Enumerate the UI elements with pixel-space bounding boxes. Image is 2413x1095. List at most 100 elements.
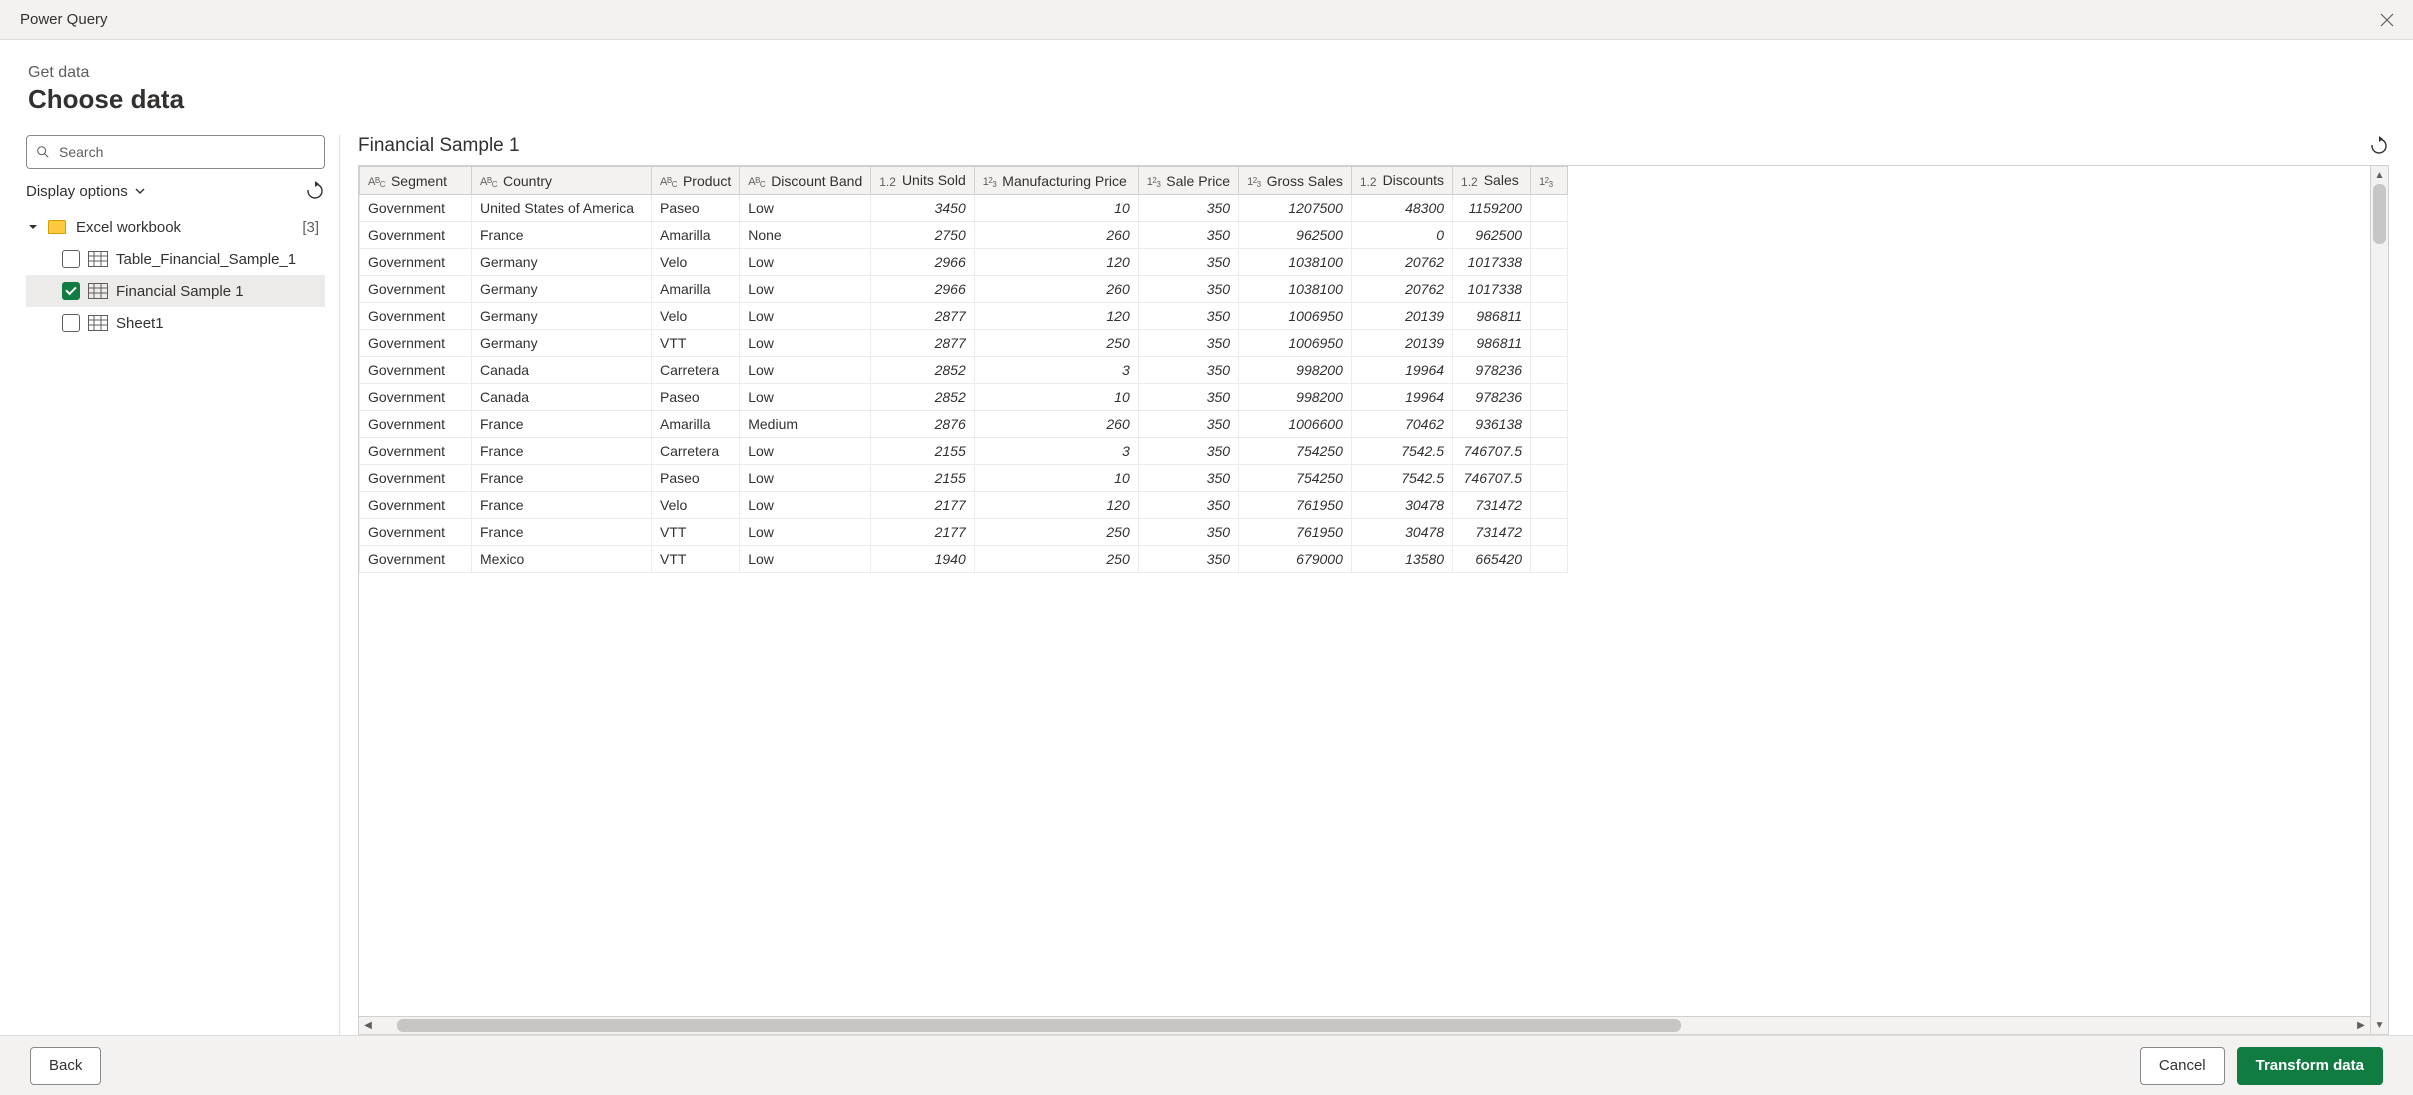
scroll-left-button[interactable]: ◀ (359, 1017, 377, 1034)
table-row[interactable]: GovernmentFrancePaseoLow2155103507542507… (360, 465, 1568, 492)
table-cell[interactable]: 1017338 (1453, 276, 1531, 303)
table-cell[interactable]: Low (740, 384, 871, 411)
table-cell[interactable]: Low (740, 519, 871, 546)
table-cell[interactable]: Canada (472, 357, 652, 384)
table-cell[interactable]: 2966 (871, 276, 975, 303)
table-cell[interactable]: Low (740, 330, 871, 357)
table-cell[interactable]: 2966 (871, 249, 975, 276)
table-cell[interactable]: 350 (1138, 330, 1238, 357)
table-row[interactable]: GovernmentFranceCarreteraLow215533507542… (360, 438, 1568, 465)
table-cell[interactable]: 10 (974, 465, 1138, 492)
table-cell[interactable]: 761950 (1239, 492, 1352, 519)
table-cell[interactable] (1531, 222, 1568, 249)
table-cell[interactable]: Velo (652, 303, 740, 330)
tree-item[interactable]: Sheet1 (26, 307, 325, 339)
table-cell[interactable]: Velo (652, 492, 740, 519)
table-cell[interactable]: 962500 (1239, 222, 1352, 249)
scroll-down-button[interactable]: ▼ (2371, 1016, 2388, 1034)
table-cell[interactable]: 978236 (1453, 357, 1531, 384)
table-cell[interactable]: 20762 (1351, 249, 1452, 276)
table-cell[interactable]: 2750 (871, 222, 975, 249)
table-cell[interactable]: 2852 (871, 384, 975, 411)
table-cell[interactable]: Paseo (652, 384, 740, 411)
table-cell[interactable] (1531, 195, 1568, 222)
table-cell[interactable] (1531, 303, 1568, 330)
table-cell[interactable]: 20139 (1351, 330, 1452, 357)
column-header[interactable]: 1.2Discounts (1351, 167, 1452, 195)
table-cell[interactable]: Germany (472, 276, 652, 303)
scroll-up-button[interactable]: ▲ (2371, 166, 2388, 184)
table-cell[interactable]: Government (360, 492, 472, 519)
table-cell[interactable]: 998200 (1239, 357, 1352, 384)
table-cell[interactable] (1531, 492, 1568, 519)
table-cell[interactable]: Paseo (652, 195, 740, 222)
table-cell[interactable]: 20139 (1351, 303, 1452, 330)
table-cell[interactable]: Low (740, 303, 871, 330)
table-row[interactable]: GovernmentGermanyAmarillaLow296626035010… (360, 276, 1568, 303)
table-cell[interactable]: 250 (974, 330, 1138, 357)
table-cell[interactable]: Carretera (652, 438, 740, 465)
table-cell[interactable]: Low (740, 195, 871, 222)
table-cell[interactable]: 350 (1138, 411, 1238, 438)
table-row[interactable]: GovernmentCanadaPaseoLow2852103509982001… (360, 384, 1568, 411)
column-header[interactable]: ABCDiscount Band (740, 167, 871, 195)
table-cell[interactable]: 746707.5 (1453, 438, 1531, 465)
hscroll-thumb[interactable] (397, 1019, 1681, 1032)
table-cell[interactable]: 2155 (871, 465, 975, 492)
table-cell[interactable]: VTT (652, 519, 740, 546)
table-cell[interactable]: 350 (1138, 195, 1238, 222)
table-cell[interactable] (1531, 411, 1568, 438)
table-cell[interactable]: 978236 (1453, 384, 1531, 411)
vscroll-thumb[interactable] (2373, 184, 2386, 244)
table-cell[interactable]: 250 (974, 546, 1138, 573)
table-row[interactable]: GovernmentFranceAmarillaNone275026035096… (360, 222, 1568, 249)
table-row[interactable]: GovernmentUnited States of AmericaPaseoL… (360, 195, 1568, 222)
table-cell[interactable]: France (472, 492, 652, 519)
table-cell[interactable]: 350 (1138, 465, 1238, 492)
column-header[interactable]: 1.2Units Sold (871, 167, 975, 195)
table-cell[interactable]: 30478 (1351, 492, 1452, 519)
table-cell[interactable]: 13580 (1351, 546, 1452, 573)
table-cell[interactable]: 1940 (871, 546, 975, 573)
table-cell[interactable]: 19964 (1351, 357, 1452, 384)
table-cell[interactable]: Mexico (472, 546, 652, 573)
table-cell[interactable]: 2852 (871, 357, 975, 384)
table-cell[interactable]: 48300 (1351, 195, 1452, 222)
transform-data-button[interactable]: Transform data (2237, 1047, 2383, 1085)
column-header[interactable]: ABCProduct (652, 167, 740, 195)
table-cell[interactable]: France (472, 519, 652, 546)
table-cell[interactable]: Carretera (652, 357, 740, 384)
table-cell[interactable]: 1006950 (1239, 303, 1352, 330)
table-cell[interactable]: 7542.5 (1351, 438, 1452, 465)
table-cell[interactable]: Government (360, 303, 472, 330)
table-cell[interactable]: France (472, 411, 652, 438)
table-cell[interactable]: 120 (974, 249, 1138, 276)
table-cell[interactable]: France (472, 465, 652, 492)
table-cell[interactable]: 250 (974, 519, 1138, 546)
table-cell[interactable]: 260 (974, 222, 1138, 249)
tree-item-checkbox[interactable] (62, 314, 80, 332)
table-cell[interactable]: 10 (974, 384, 1138, 411)
table-cell[interactable]: Government (360, 357, 472, 384)
table-cell[interactable]: 3450 (871, 195, 975, 222)
table-cell[interactable] (1531, 438, 1568, 465)
table-cell[interactable]: Low (740, 276, 871, 303)
column-header[interactable]: 123Manufacturing Price (974, 167, 1138, 195)
table-cell[interactable]: 1038100 (1239, 276, 1352, 303)
table-cell[interactable]: None (740, 222, 871, 249)
table-cell[interactable]: Government (360, 195, 472, 222)
table-cell[interactable]: 962500 (1453, 222, 1531, 249)
column-header[interactable]: 123 (1531, 167, 1568, 195)
table-cell[interactable]: Amarilla (652, 276, 740, 303)
tree-item[interactable]: Financial Sample 1 (26, 275, 325, 307)
table-cell[interactable]: Government (360, 546, 472, 573)
table-cell[interactable]: 260 (974, 276, 1138, 303)
table-cell[interactable]: VTT (652, 330, 740, 357)
table-row[interactable]: GovernmentFranceAmarillaMedium2876260350… (360, 411, 1568, 438)
column-header[interactable]: ABCSegment (360, 167, 472, 195)
table-cell[interactable]: 2877 (871, 303, 975, 330)
table-cell[interactable]: Germany (472, 303, 652, 330)
column-header[interactable]: ABCCountry (472, 167, 652, 195)
table-cell[interactable]: 10 (974, 195, 1138, 222)
table-cell[interactable]: 20762 (1351, 276, 1452, 303)
